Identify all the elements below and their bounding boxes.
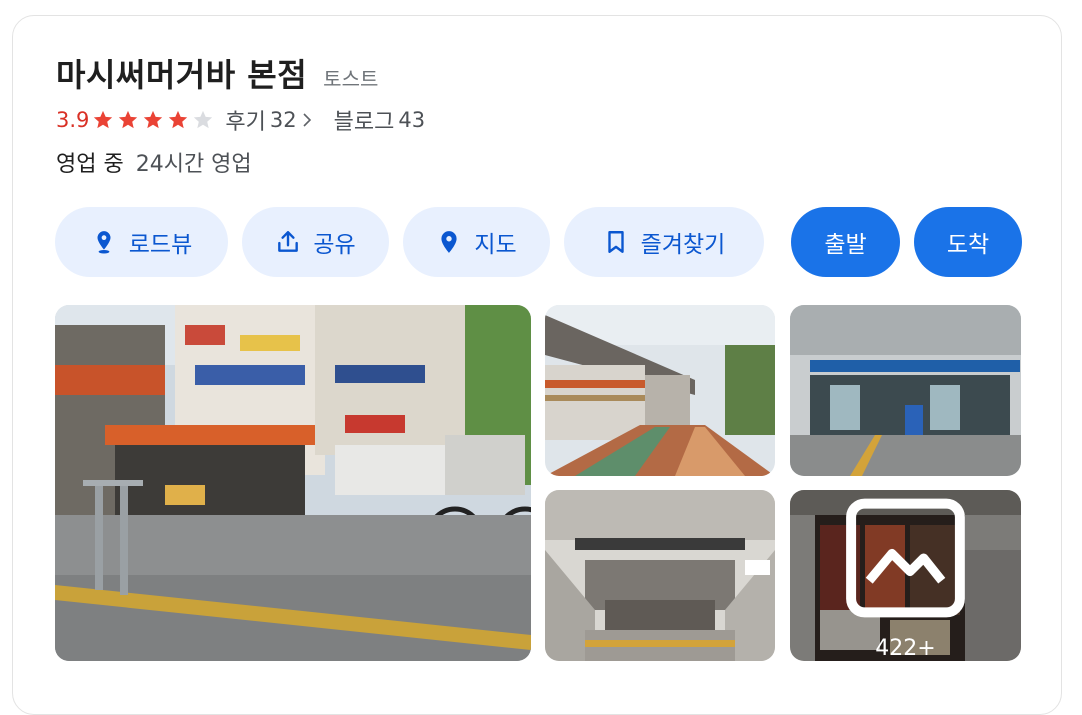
- share-icon: [278, 231, 299, 252]
- share-label: 공유: [313, 232, 356, 258]
- street-photo-image: [55, 305, 531, 661]
- photo-shuttered-stalls[interactable]: [545, 305, 775, 476]
- streetview-pin-icon: [97, 231, 111, 254]
- reviews-link[interactable]: 후기 32: [225, 104, 311, 136]
- gallery-icon: [846, 498, 965, 618]
- bookmark-icon: [607, 231, 624, 253]
- star-icon: [119, 110, 138, 129]
- share-button[interactable]: 공유: [242, 207, 389, 277]
- streetview-button[interactable]: 로드뷰: [55, 207, 228, 277]
- blog-count: 43: [398, 108, 426, 132]
- photo-underground-stairs[interactable]: [545, 490, 775, 661]
- bookmark-button[interactable]: 즐겨찾기: [564, 207, 764, 277]
- departure-button[interactable]: 출발: [791, 207, 900, 277]
- station-photo-image: [790, 305, 1021, 476]
- star-empty-icon: [194, 110, 213, 129]
- reviews-count: 32: [269, 108, 297, 132]
- place-title[interactable]: 마시써머거바 본점: [56, 50, 307, 96]
- star-icon: [169, 110, 188, 129]
- bookmark-label: 즐겨찾기: [640, 232, 726, 258]
- open-status: 영업 중: [56, 152, 124, 177]
- stalls-photo-image: [545, 305, 775, 476]
- more-photos-count: 422+: [875, 636, 936, 661]
- title-row: 마시써머거바 본점 토스트: [56, 50, 378, 96]
- map-pin-icon: [441, 231, 457, 253]
- map-button[interactable]: 지도: [403, 207, 550, 277]
- blog-label: 블로그: [333, 110, 395, 135]
- hours-detail: 24시간 영업: [135, 152, 252, 177]
- star-rating: [92, 109, 217, 131]
- place-category: 토스트: [323, 67, 379, 91]
- blog-link[interactable]: 블로그 43: [312, 104, 425, 136]
- chevron-right-icon: [303, 113, 311, 127]
- rating-value: 3.9: [56, 108, 90, 132]
- hours-row: 영업 중 24시간 영업: [56, 146, 252, 178]
- stairs-photo-image: [545, 490, 775, 661]
- streetview-label: 로드뷰: [128, 232, 193, 258]
- rating-row: 3.9 후기 32 블로그 43: [56, 104, 425, 136]
- star-icon: [144, 110, 163, 129]
- more-photos-overlay[interactable]: 422+: [790, 490, 1021, 661]
- photo-main-street[interactable]: [55, 305, 531, 661]
- arrival-button[interactable]: 도착: [914, 207, 1022, 277]
- photo-station-entrance[interactable]: [790, 305, 1021, 476]
- arrival-label: 도착: [946, 232, 990, 258]
- action-bar: 로드뷰 공유 지도 즐겨찾기 출발 도착: [55, 207, 1025, 277]
- star-icon: [94, 110, 113, 129]
- photo-more-gallery[interactable]: 422+: [790, 490, 1021, 661]
- map-label: 지도: [474, 232, 517, 258]
- reviews-label: 후기: [225, 110, 266, 135]
- departure-label: 출발: [824, 232, 867, 258]
